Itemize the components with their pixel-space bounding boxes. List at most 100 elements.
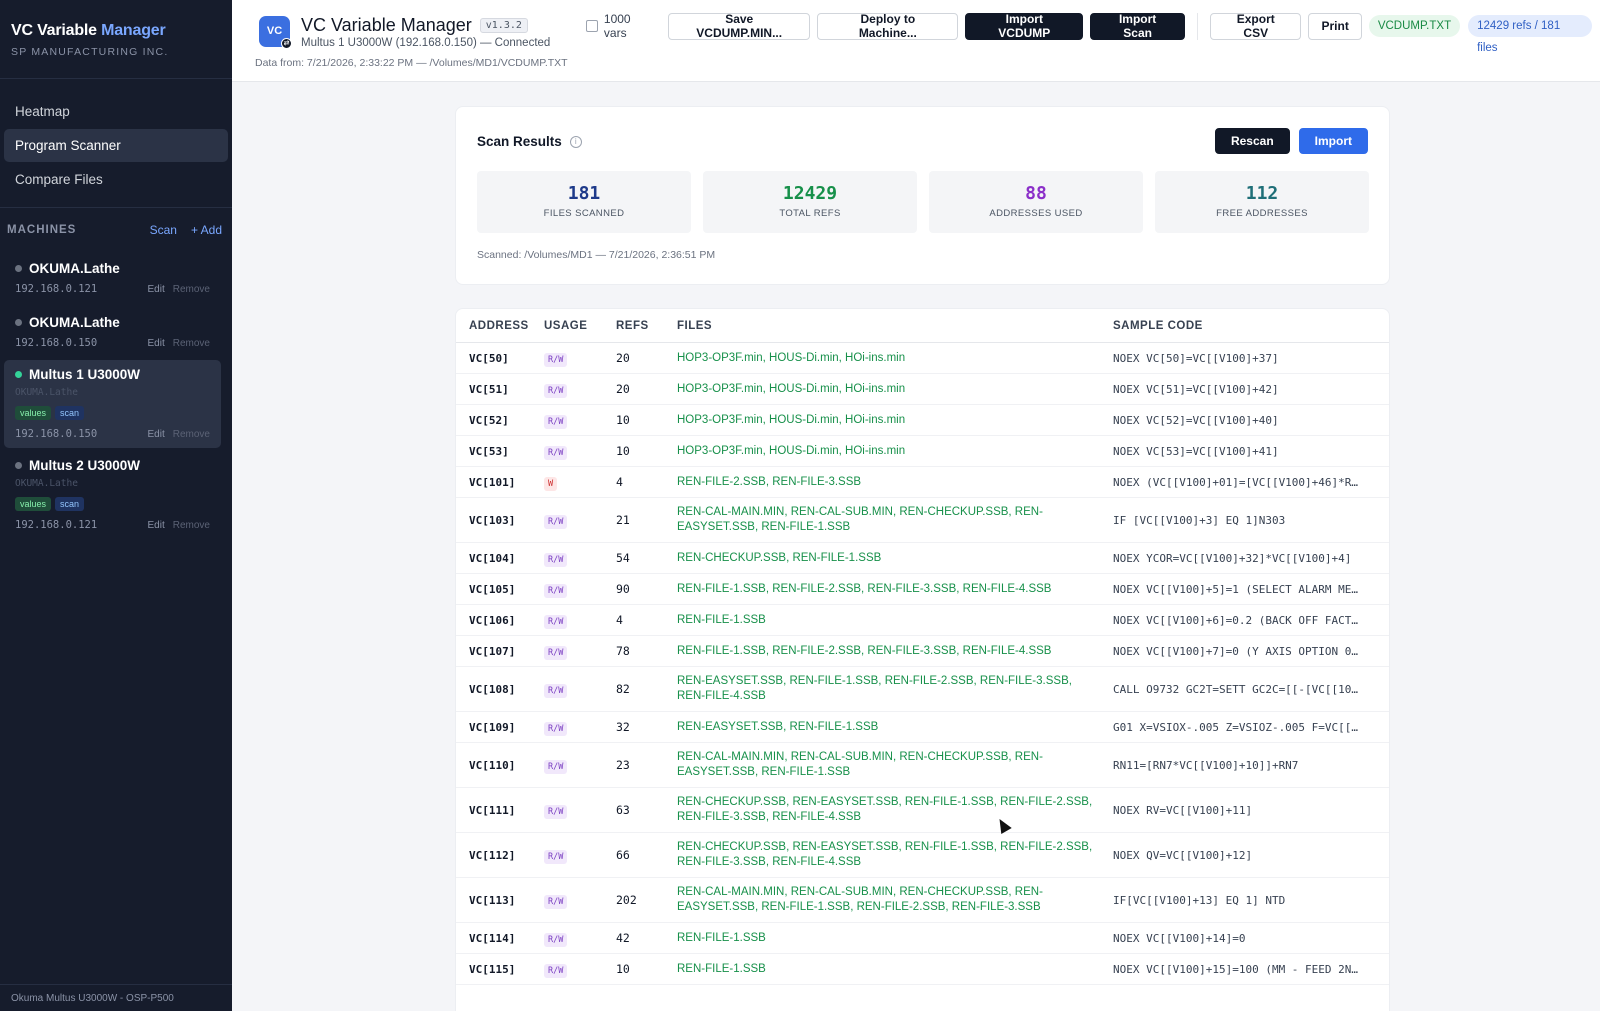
table-row[interactable]: VC[111] R/W 63 REN-CHECKUP.SSB, REN-EASY… [456, 788, 1389, 833]
usage-cell: R/W [544, 611, 616, 629]
table-row[interactable]: VC[113] R/W 202 REN-CAL-MAIN.MIN, REN-CA… [456, 878, 1389, 923]
files-cell[interactable]: REN-CAL-MAIN.MIN, REN-CAL-SUB.MIN, REN-C… [677, 750, 1113, 780]
print-button[interactable]: Print [1308, 12, 1362, 40]
refs-cell: 4 [616, 475, 623, 489]
table-row[interactable]: VC[115] R/W 10 REN-FILE-1.SSB NOEX VC[[V… [456, 954, 1389, 985]
checkbox-box[interactable] [586, 20, 598, 32]
machine-row: 192.168.0.121 Edit Remove [15, 283, 210, 295]
data-source: Data from: 7/21/2026, 2:33:22 PM — /Volu… [255, 57, 568, 69]
files-cell[interactable]: REN-FILE-1.SSB [677, 613, 1113, 628]
remove-machine-link[interactable]: Remove [173, 284, 210, 295]
table-row[interactable]: VC[114] R/W 42 REN-FILE-1.SSB NOEX VC[[V… [456, 923, 1389, 954]
machine-item[interactable]: Multus 2 U3000W OKUMA.Lathe values scan 1… [4, 451, 221, 539]
col-usage[interactable]: USAGE [544, 320, 616, 332]
table-row[interactable]: VC[53] R/W 10 HOP3-OP3F.min, HOUS-Di.min… [456, 436, 1389, 467]
table-row[interactable]: VC[107] R/W 78 REN-FILE-1.SSB, REN-FILE-… [456, 636, 1389, 667]
refs-cell: 4 [616, 613, 623, 627]
files-cell[interactable]: REN-CHECKUP.SSB, REN-EASYSET.SSB, REN-FI… [677, 840, 1113, 870]
table-row[interactable]: VC[51] R/W 20 HOP3-OP3F.min, HOUS-Di.min… [456, 374, 1389, 405]
files-cell[interactable]: REN-FILE-1.SSB [677, 931, 1113, 946]
files-cell[interactable]: REN-CAL-MAIN.MIN, REN-CAL-SUB.MIN, REN-C… [677, 885, 1113, 915]
files-cell[interactable]: REN-CHECKUP.SSB, REN-EASYSET.SSB, REN-FI… [677, 795, 1113, 825]
machine-tag: values [15, 497, 52, 511]
address-cell: VC[114] [469, 931, 516, 945]
refs-cell: 20 [616, 382, 630, 396]
table-row[interactable]: VC[106] R/W 4 REN-FILE-1.SSB NOEX VC[[V1… [456, 605, 1389, 636]
rescan-button[interactable]: Rescan [1214, 128, 1290, 154]
usage-badge: W [544, 477, 558, 491]
col-files[interactable]: FILES [677, 320, 1113, 332]
remove-machine-link[interactable]: Remove [173, 338, 210, 349]
nav-item-heatmap[interactable]: Heatmap [4, 95, 228, 128]
sidebar-footer: Okuma Multus U3000W - OSP-P500 [0, 984, 232, 1011]
files-cell[interactable]: REN-FILE-1.SSB, REN-FILE-2.SSB, REN-FILE… [677, 644, 1113, 659]
files-cell[interactable]: HOP3-OP3F.min, HOUS-Di.min, HOi-ins.min [677, 444, 1113, 459]
nav-item-program-scanner[interactable]: Program Scanner [4, 129, 228, 162]
edit-machine-link[interactable]: Edit [148, 429, 165, 440]
table-row[interactable]: VC[108] R/W 82 REN-EASYSET.SSB, REN-FILE… [456, 667, 1389, 712]
import-scan-button[interactable]: Import Scan [1090, 12, 1186, 40]
col-sample-code[interactable]: SAMPLE CODE [1113, 320, 1388, 332]
usage-badge: R/W [544, 722, 568, 736]
brand-title: VC Variable Manager [11, 22, 166, 39]
stat-label: TOTAL REFS [779, 208, 841, 219]
sample-code-cell: IF[VC[[V100]+13] EQ 1] NTD [1113, 893, 1286, 907]
sample-code-cell: NOEX VC[[V100]+5]=1 (SELECT ALARM ME… [1113, 582, 1359, 596]
files-cell[interactable]: HOP3-OP3F.min, HOUS-Di.min, HOi-ins.min [677, 382, 1113, 397]
edit-machine-link[interactable]: Edit [148, 284, 165, 295]
files-cell[interactable]: REN-FILE-2.SSB, REN-FILE-3.SSB [677, 475, 1113, 490]
table-row[interactable]: VC[110] R/W 23 REN-CAL-MAIN.MIN, REN-CAL… [456, 743, 1389, 788]
version-badge: v1.3.2 [479, 18, 528, 33]
refs-cell: 23 [616, 758, 630, 772]
edit-machine-link[interactable]: Edit [148, 338, 165, 349]
remove-machine-link[interactable]: Remove [173, 429, 210, 440]
sidebar: VC Variable Manager SP MANUFACTURING INC… [0, 0, 232, 1011]
col-refs[interactable]: REFS [616, 320, 677, 332]
import-button[interactable]: Import [1298, 128, 1368, 154]
table-row[interactable]: VC[52] R/W 10 HOP3-OP3F.min, HOUS-Di.min… [456, 405, 1389, 436]
remove-machine-link[interactable]: Remove [173, 520, 210, 531]
edit-machine-link[interactable]: Edit [148, 520, 165, 531]
stat-card: 112 FREE ADDRESSES [1155, 171, 1369, 233]
link-icon: ⇄ [281, 38, 292, 49]
usage-badge: R/W [544, 384, 568, 398]
files-cell[interactable]: HOP3-OP3F.min, HOUS-Di.min, HOi-ins.min [677, 351, 1113, 366]
col-address[interactable]: ADDRESS [456, 320, 544, 332]
refs-cell: 10 [616, 962, 630, 976]
table-row[interactable]: VC[112] R/W 66 REN-CHECKUP.SSB, REN-EASY… [456, 833, 1389, 878]
files-cell[interactable]: REN-FILE-1.SSB [677, 962, 1113, 977]
files-cell[interactable]: REN-FILE-1.SSB, REN-FILE-2.SSB, REN-FILE… [677, 582, 1113, 597]
add-machine-link[interactable]: + Add [191, 223, 222, 237]
files-cell[interactable]: REN-EASYSET.SSB, REN-FILE-1.SSB, REN-FIL… [677, 674, 1113, 704]
usage-badge: R/W [544, 615, 568, 629]
import-vcdump-button[interactable]: Import VCDUMP [965, 12, 1084, 40]
table-row[interactable]: VC[105] R/W 90 REN-FILE-1.SSB, REN-FILE-… [456, 574, 1389, 605]
machine-item[interactable]: Multus 1 U3000W OKUMA.Lathe values scan 1… [4, 360, 221, 448]
table-body: VC[50] R/W 20 HOP3-OP3F.min, HOUS-Di.min… [456, 343, 1389, 985]
usage-cell: R/W [544, 891, 616, 909]
files-cell[interactable]: HOP3-OP3F.min, HOUS-Di.min, HOi-ins.min [677, 413, 1113, 428]
table-row[interactable]: VC[50] R/W 20 HOP3-OP3F.min, HOUS-Di.min… [456, 343, 1389, 374]
usage-badge: R/W [544, 850, 568, 864]
nav-item-compare-files[interactable]: Compare Files [4, 163, 228, 196]
save-vcdump-button[interactable]: Save VCDUMP.MIN... [668, 12, 811, 40]
info-icon[interactable]: i [569, 135, 582, 148]
files-cell[interactable]: REN-EASYSET.SSB, REN-FILE-1.SSB [677, 720, 1113, 735]
table-row[interactable]: VC[103] R/W 21 REN-CAL-MAIN.MIN, REN-CAL… [456, 498, 1389, 543]
table-row[interactable]: VC[101] W 4 REN-FILE-2.SSB, REN-FILE-3.S… [456, 467, 1389, 498]
table-row[interactable]: VC[109] R/W 32 REN-EASYSET.SSB, REN-FILE… [456, 712, 1389, 743]
stat-label: FREE ADDRESSES [1216, 208, 1308, 219]
scan-machines-link[interactable]: Scan [150, 223, 177, 237]
machine-ip: 192.168.0.121 [15, 519, 98, 531]
address-cell: VC[51] [469, 382, 509, 396]
refs-cell: 66 [616, 848, 630, 862]
files-cell[interactable]: REN-CAL-MAIN.MIN, REN-CAL-SUB.MIN, REN-C… [677, 505, 1113, 535]
table-row[interactable]: VC[104] R/W 54 REN-CHECKUP.SSB, REN-FILE… [456, 543, 1389, 574]
1000-vars-checkbox[interactable]: 1000 vars [586, 12, 656, 40]
files-cell[interactable]: REN-CHECKUP.SSB, REN-FILE-1.SSB [677, 551, 1113, 566]
machine-type: OKUMA.Lathe [15, 387, 78, 398]
deploy-button[interactable]: Deploy to Machine... [817, 12, 959, 40]
machine-item[interactable]: OKUMA.Lathe 192.168.0.150 Edit Remove [4, 306, 221, 357]
machine-item[interactable]: OKUMA.Lathe 192.168.0.121 Edit Remove [4, 252, 221, 303]
export-csv-button[interactable]: Export CSV [1210, 12, 1302, 40]
